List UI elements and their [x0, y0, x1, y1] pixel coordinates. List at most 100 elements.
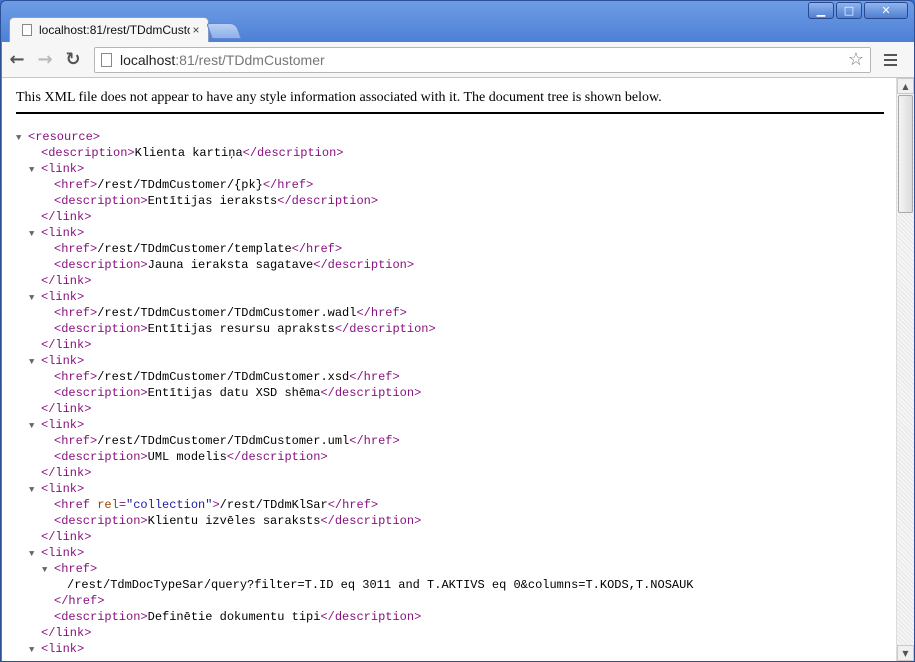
xml-tag: <link> — [41, 354, 85, 368]
forward-button[interactable]: → — [32, 47, 58, 73]
new-tab-button[interactable] — [206, 23, 242, 39]
xml-line: ▼ <link> — [16, 225, 694, 241]
xml-line: <href>/rest/TDdmCustomer/{pk}</href> — [16, 177, 694, 193]
collapse-triangle-icon[interactable]: ▼ — [29, 642, 41, 658]
vertical-scrollbar[interactable]: ▲ ▼ — [896, 78, 914, 661]
xml-line: /rest/TdmDocTypeSar/query?filter=T.ID eq… — [16, 577, 694, 593]
xml-tag: </link> — [41, 402, 92, 416]
collapse-triangle-icon[interactable]: ▼ — [42, 562, 54, 578]
xml-text: /rest/TdmDocTypeSar/query?filter=T.ID eq… — [67, 578, 694, 592]
xml-text: /rest/TDdmCustomer/{pk} — [97, 178, 263, 192]
maximize-button[interactable]: □ — [836, 2, 862, 19]
tab-active[interactable]: localhost:81/rest/TDdmCusto × — [9, 17, 209, 42]
bookmark-star-icon[interactable]: ☆ — [848, 49, 864, 70]
xml-text: Klienta kartiņa — [134, 146, 243, 160]
xml-tag: </description> — [277, 194, 379, 208]
xml-tag: <href — [54, 498, 98, 512]
close-window-button[interactable]: ✕ — [864, 2, 908, 19]
collapse-triangle-icon[interactable]: ▼ — [29, 226, 41, 242]
xml-tag: </href> — [54, 594, 105, 608]
xml-line: ▼ <link> — [16, 289, 694, 305]
xml-tag: </link> — [41, 530, 92, 544]
collapse-triangle-icon[interactable]: ▼ — [29, 546, 41, 562]
scroll-thumb[interactable] — [898, 95, 913, 213]
xml-line: <description>Klientu izvēles saraksts</d… — [16, 513, 694, 529]
reload-button[interactable]: ↻ — [60, 47, 86, 73]
xml-text: Definētie dokumentu tipi — [147, 610, 321, 624]
xml-line: </link> — [16, 209, 694, 225]
xml-tag: > — [212, 498, 220, 512]
xml-text: /rest/TDdmCustomer/TDdmCustomer.wadl — [97, 306, 357, 320]
toolbar: ← → ↻ localhost:81/rest/TDdmCustomer ☆ — [2, 42, 914, 78]
xml-line: <description>Jauna ieraksta sagatave</de… — [16, 257, 694, 273]
xml-tag: <href> — [54, 562, 98, 576]
xml-text: /rest/TDdmCustomer/template — [97, 242, 292, 256]
xml-tag: <description> — [54, 258, 148, 272]
address-bar[interactable]: localhost:81/rest/TDdmCustomer ☆ — [94, 46, 871, 73]
xml-tag: </description> — [320, 386, 422, 400]
url-path: :81/rest/TDdmCustomer — [175, 51, 325, 68]
xml-tag: <description> — [54, 194, 148, 208]
scroll-down-button[interactable]: ▼ — [897, 645, 914, 661]
collapse-triangle-icon[interactable]: ▼ — [29, 290, 41, 306]
xml-text: Klientu izvēles saraksts — [147, 514, 321, 528]
xml-tag: <href> — [54, 434, 98, 448]
xml-line: </link> — [16, 465, 694, 481]
xml-tag: </href> — [327, 498, 379, 512]
xml-line: ▼ <link> — [16, 353, 694, 369]
xml-text: /rest/TDdmKlSar — [219, 498, 328, 512]
back-button[interactable]: ← — [4, 47, 30, 73]
xml-line: <href>/rest/TDdmCustomer/TDdmCustomer.um… — [16, 433, 694, 449]
page-icon — [101, 52, 112, 67]
xml-tag: </href> — [349, 370, 400, 384]
xml-line: </link> — [16, 337, 694, 353]
minimize-button[interactable]: ▁ — [808, 2, 834, 19]
xml-text: Entītijas datu XSD shēma — [147, 386, 321, 400]
xml-tag: <description> — [54, 322, 148, 336]
menu-bar-icon — [883, 63, 897, 66]
tab-close-icon[interactable]: × — [190, 23, 202, 37]
window-controls: ▁ □ ✕ — [808, 2, 908, 19]
xml-line: <description>Entītijas ieraksts</descrip… — [16, 193, 694, 209]
xml-line: <description>Klienta kartiņa</descriptio… — [16, 145, 694, 161]
xml-line: <description>UML modelis</description> — [16, 449, 694, 465]
xml-text: Jauna ieraksta sagatave — [147, 258, 314, 272]
collapse-triangle-icon[interactable]: ▼ — [29, 482, 41, 498]
xml-tag: </description> — [226, 450, 328, 464]
xml-line: </href> — [16, 593, 694, 609]
xml-line: <description>Entītijas datu XSD shēma</d… — [16, 385, 694, 401]
xml-line: ▼ <resource> — [16, 129, 694, 145]
collapse-triangle-icon[interactable]: ▼ — [29, 162, 41, 178]
browser-window: ▁ □ ✕ localhost:81/rest/TDdmCusto × ← → … — [0, 0, 915, 662]
xml-tag: </description> — [242, 146, 344, 160]
xml-tag: <description> — [54, 386, 148, 400]
xml-tag: <description> — [41, 146, 135, 160]
xml-text: Entītijas resursu apraksts — [147, 322, 335, 336]
xml-tag: <link> — [41, 546, 85, 560]
xml-line: ▼ <link> — [16, 545, 694, 561]
menu-bar-icon — [883, 53, 897, 56]
xml-line: ▼ <link> — [16, 417, 694, 433]
collapse-triangle-icon[interactable]: ▼ — [16, 130, 28, 146]
xml-line: <href>/rest/TDdmCustomer/TDdmCustomer.xs… — [16, 369, 694, 385]
xml-text: /rest/TDdmCustomer/TDdmCustomer.uml — [97, 434, 350, 448]
xml-tag: </href> — [356, 306, 407, 320]
xml-line: </link> — [16, 273, 694, 289]
xml-tree: ▼ <resource> <description>Klienta kartiņa<… — [16, 129, 694, 657]
menu-button[interactable] — [877, 47, 903, 73]
xml-line: ▼ <link> — [16, 641, 694, 657]
xml-line: <href>/rest/TDdmCustomer/template</href> — [16, 241, 694, 257]
scroll-up-button[interactable]: ▲ — [897, 78, 914, 94]
xml-tag: </link> — [41, 626, 92, 640]
xml-tag: </link> — [41, 466, 92, 480]
collapse-triangle-icon[interactable]: ▼ — [29, 354, 41, 370]
xml-tag: </description> — [320, 610, 422, 624]
xml-tag: <href> — [54, 242, 98, 256]
xml-tag: <link> — [41, 642, 85, 656]
xml-tag: </href> — [291, 242, 343, 256]
collapse-triangle-icon[interactable]: ▼ — [29, 418, 41, 434]
xml-line: ▼ <link> — [16, 481, 694, 497]
tab-strip: localhost:81/rest/TDdmCusto × — [9, 17, 309, 42]
xml-tag: </description> — [334, 322, 436, 336]
xml-text: UML modelis — [147, 450, 227, 464]
